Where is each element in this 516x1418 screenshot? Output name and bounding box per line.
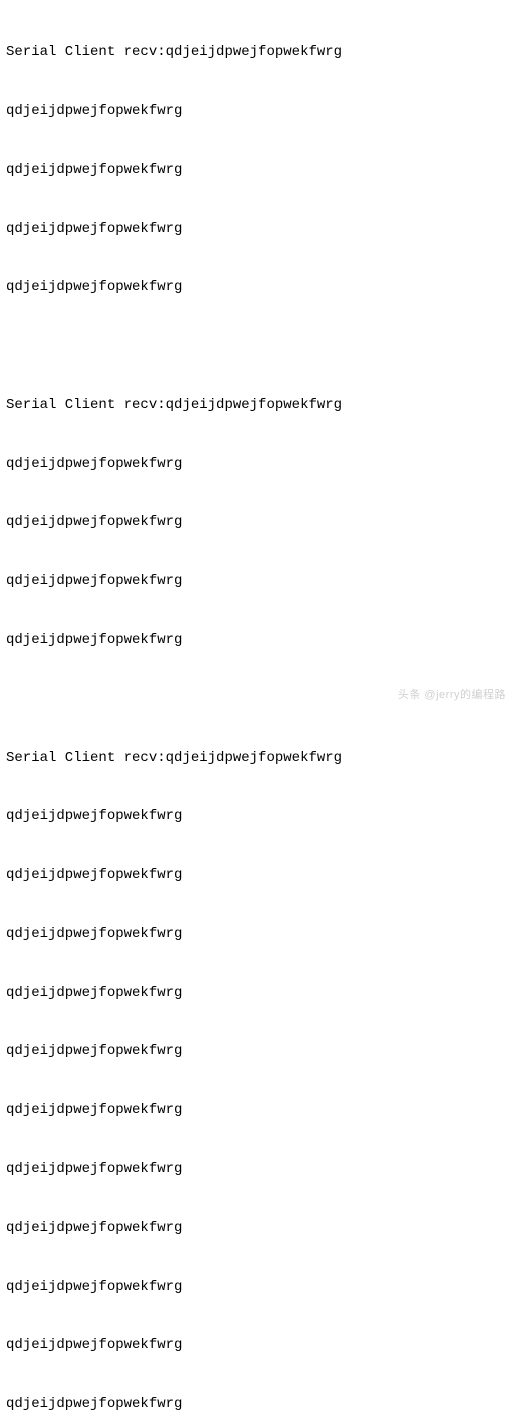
payload-line: qdjeijdpwejfopwekfwrg xyxy=(6,866,510,886)
recv-prefix: Serial Client recv: xyxy=(6,750,166,766)
payload-line: qdjeijdpwejfopwekfwrg xyxy=(6,807,510,827)
recv-payload: qdjeijdpwejfopwekfwrg xyxy=(166,397,342,413)
payload-line: qdjeijdpwejfopwekfwrg xyxy=(6,1219,510,1239)
payload-line: qdjeijdpwejfopwekfwrg xyxy=(6,513,510,533)
payload-line: qdjeijdpwejfopwekfwrg xyxy=(6,455,510,475)
recv-header-line: Serial Client recv:qdjeijdpwejfopwekfwrg xyxy=(6,749,510,769)
recv-payload: qdjeijdpwejfopwekfwrg xyxy=(166,750,342,766)
payload-line: qdjeijdpwejfopwekfwrg xyxy=(6,1395,510,1415)
payload-line: qdjeijdpwejfopwekfwrg xyxy=(6,1160,510,1180)
recv-payload: qdjeijdpwejfopwekfwrg xyxy=(166,44,342,60)
payload-line: qdjeijdpwejfopwekfwrg xyxy=(6,1278,510,1298)
recv-prefix: Serial Client recv: xyxy=(6,44,166,60)
payload-line: qdjeijdpwejfopwekfwrg xyxy=(6,161,510,181)
recv-header-line: Serial Client recv:qdjeijdpwejfopwekfwrg xyxy=(6,396,510,416)
payload-line: qdjeijdpwejfopwekfwrg xyxy=(6,984,510,1004)
payload-line: qdjeijdpwejfopwekfwrg xyxy=(6,572,510,592)
payload-line: qdjeijdpwejfopwekfwrg xyxy=(6,925,510,945)
recv-header-line: Serial Client recv:qdjeijdpwejfopwekfwrg xyxy=(6,43,510,63)
payload-line: qdjeijdpwejfopwekfwrg xyxy=(6,102,510,122)
payload-line: qdjeijdpwejfopwekfwrg xyxy=(6,1042,510,1062)
payload-line: qdjeijdpwejfopwekfwrg xyxy=(6,220,510,240)
recv-prefix: Serial Client recv: xyxy=(6,397,166,413)
payload-line: qdjeijdpwejfopwekfwrg xyxy=(6,1101,510,1121)
blank-line xyxy=(6,337,510,357)
terminal-output: Serial Client recv:qdjeijdpwejfopwekfwrg… xyxy=(6,4,510,1418)
payload-line: qdjeijdpwejfopwekfwrg xyxy=(6,278,510,298)
payload-line: qdjeijdpwejfopwekfwrg xyxy=(6,1336,510,1356)
watermark-label: 头条 @jerry的编程路 xyxy=(398,688,506,703)
payload-line: qdjeijdpwejfopwekfwrg xyxy=(6,631,510,651)
